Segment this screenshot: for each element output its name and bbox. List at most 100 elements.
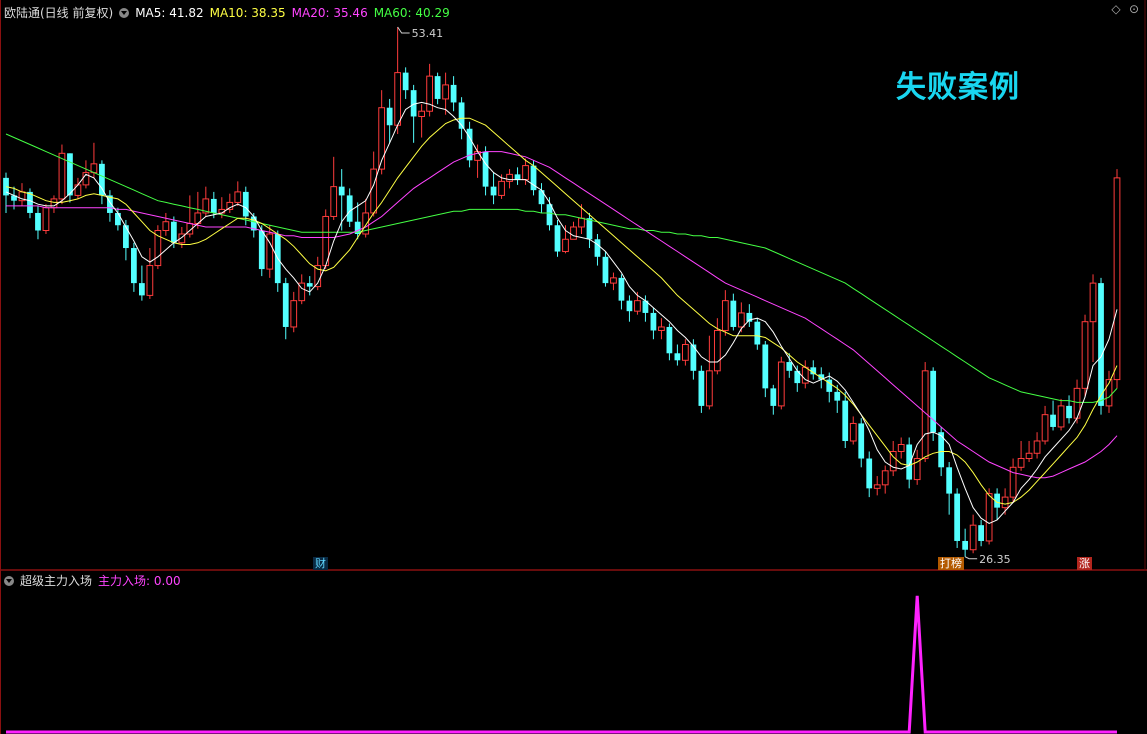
candle-body [954, 493, 961, 541]
candle [394, 27, 402, 135]
candle [897, 437, 905, 459]
candle-body [1066, 405, 1072, 419]
candle-body [594, 239, 601, 257]
candle [554, 219, 561, 257]
candle [858, 418, 865, 468]
candle-body [1033, 440, 1041, 454]
candle-body [234, 191, 242, 203]
candle-body [858, 423, 865, 459]
candle [74, 177, 82, 199]
candle [618, 274, 625, 310]
candle [346, 188, 353, 227]
candle [474, 144, 481, 178]
candle-body [1113, 177, 1121, 381]
candle-body [762, 344, 769, 389]
candle-body [490, 186, 497, 196]
candle-body [730, 300, 737, 327]
candlestick-chart[interactable]: 53.41 26.35 [0, 0, 1147, 571]
candle-body [969, 524, 977, 551]
candle [1033, 432, 1041, 459]
candle [1113, 169, 1121, 389]
candle [705, 335, 713, 410]
candle [770, 384, 777, 415]
candle-body [666, 326, 673, 354]
price-marker-label: 53.41 [412, 27, 444, 40]
candle-body [402, 72, 409, 91]
candle-body [770, 388, 777, 406]
candle [442, 72, 449, 115]
candle-body [962, 540, 969, 550]
candle-body [618, 277, 625, 301]
candle-body [777, 361, 785, 407]
candle-body [721, 300, 729, 331]
candle [418, 104, 426, 138]
candle-body [849, 422, 857, 442]
candle-body [538, 190, 545, 205]
candle-body [946, 467, 953, 494]
candle [1081, 314, 1089, 398]
candle [682, 339, 689, 366]
price-marker-line [964, 556, 978, 560]
candle-body [522, 165, 529, 181]
candle [713, 318, 721, 375]
candle-body [1025, 452, 1033, 460]
candle-body [434, 76, 441, 99]
ma5-line [5, 101, 1118, 524]
candle [466, 121, 473, 168]
candle [906, 437, 913, 489]
candle-body [58, 152, 66, 200]
candle-body [650, 312, 657, 331]
candle-body [146, 265, 154, 296]
candle-body [1098, 283, 1104, 406]
candle [866, 451, 873, 498]
candle [930, 367, 937, 441]
candle-body [1089, 282, 1097, 323]
candle [1066, 395, 1072, 424]
candle-body [705, 370, 713, 407]
candle [658, 318, 665, 340]
candle [1050, 400, 1056, 431]
candle-body [330, 186, 338, 217]
candle-body [370, 168, 378, 214]
candle [962, 528, 969, 557]
candle-body [210, 198, 217, 213]
candle-body [338, 186, 345, 196]
candle [282, 277, 289, 340]
candle-body [578, 217, 585, 228]
candle-body [602, 256, 609, 284]
candle-body [610, 277, 617, 284]
candle [330, 156, 338, 220]
candle [666, 323, 673, 361]
candle-body [554, 225, 561, 252]
candle [514, 167, 521, 185]
candle-body [586, 218, 593, 240]
candle [58, 144, 66, 205]
indicator-line-group [6, 595, 1117, 734]
candle-body [42, 207, 50, 231]
candle [562, 225, 569, 254]
candle [602, 251, 609, 287]
candle-body [123, 225, 129, 249]
candle-body [514, 174, 521, 180]
candle-body [1001, 496, 1009, 509]
candle [1025, 440, 1033, 463]
tag-cai[interactable]: 财 [313, 557, 328, 570]
candle [721, 290, 729, 336]
candle-body [866, 458, 873, 489]
tag-baobang[interactable]: 打榜 [938, 557, 964, 570]
candle [730, 293, 737, 331]
candle-body [115, 212, 121, 226]
candle [610, 272, 617, 291]
candle-body [506, 173, 513, 182]
candle [162, 212, 170, 236]
candle-body [35, 212, 41, 231]
indicator-chart[interactable] [0, 571, 1147, 734]
candle-body [658, 326, 665, 331]
candle-body [482, 151, 489, 187]
candle-body [418, 110, 426, 117]
candle [1017, 440, 1025, 471]
candle [842, 391, 849, 448]
candle-body [570, 226, 577, 240]
tag-zhang[interactable]: 涨 [1077, 557, 1092, 570]
ma10-line [5, 117, 1118, 505]
